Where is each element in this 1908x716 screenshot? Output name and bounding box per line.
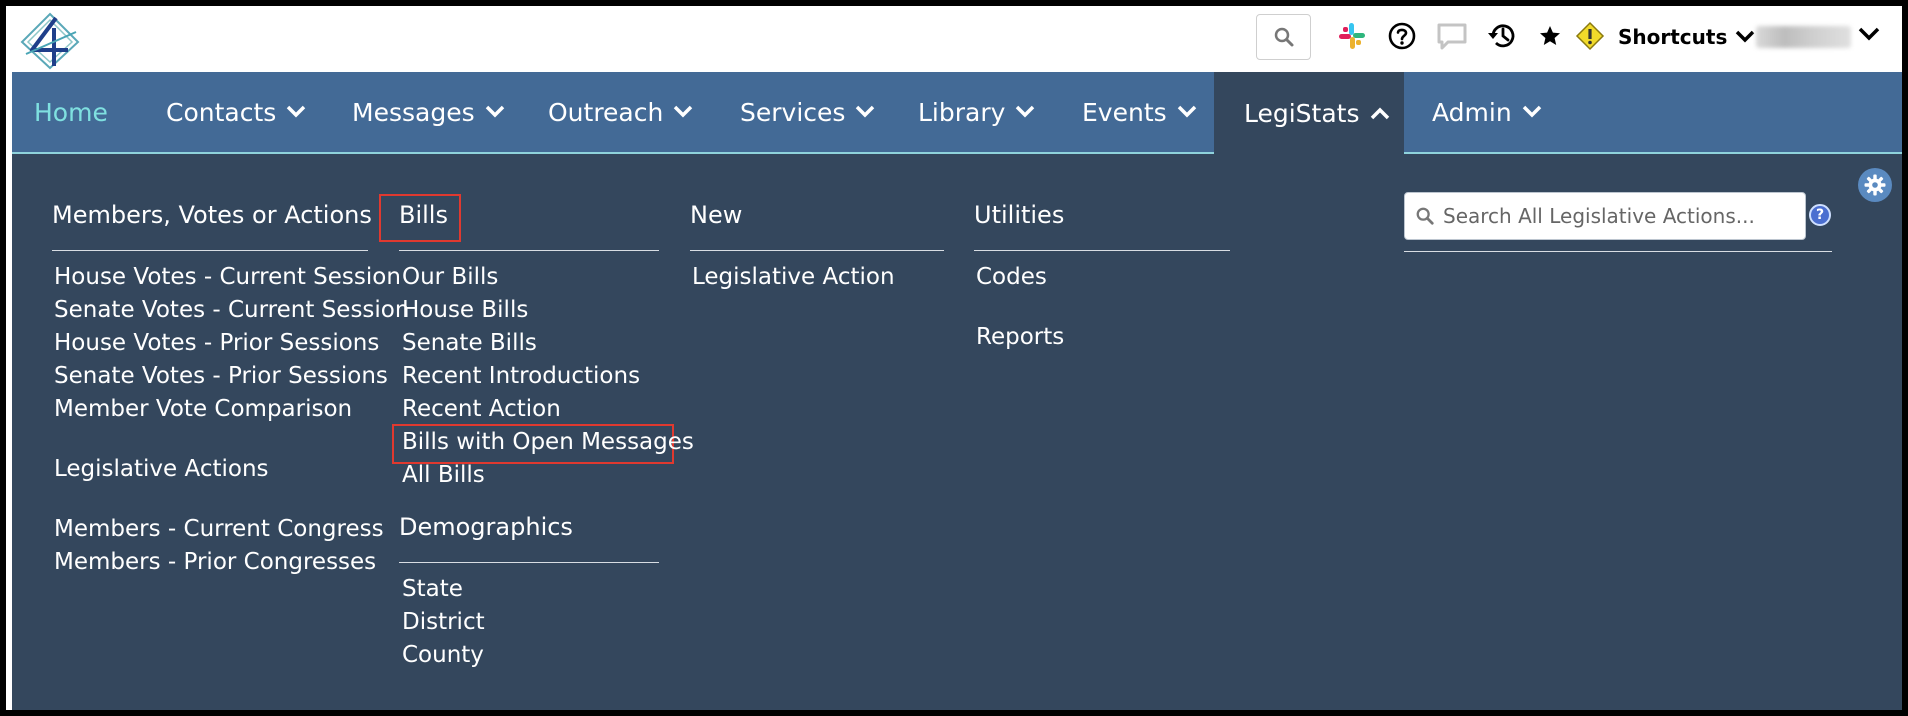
nav-events[interactable]: Events xyxy=(1082,72,1197,152)
nav-home[interactable]: Home xyxy=(34,72,108,152)
link-house-bills[interactable]: House Bills xyxy=(402,297,528,323)
nav-label: Events xyxy=(1082,97,1167,127)
link-all-bills[interactable]: All Bills xyxy=(402,462,485,488)
link-recent-action[interactable]: Recent Action xyxy=(402,396,561,422)
nav-label: LegiStats xyxy=(1244,98,1360,128)
chat-icon[interactable] xyxy=(1434,18,1470,54)
utilities-divider xyxy=(974,250,1230,251)
link-codes[interactable]: Codes xyxy=(976,264,1047,290)
nav-label: Contacts xyxy=(166,97,277,127)
link-legislative-actions[interactable]: Legislative Actions xyxy=(54,456,269,482)
nav-label: Services xyxy=(740,97,846,127)
chevron-down-icon xyxy=(485,105,504,118)
new-divider xyxy=(690,250,944,251)
link-members-current-congress[interactable]: Members - Current Congress xyxy=(54,516,384,542)
user-name[interactable] xyxy=(1756,26,1851,48)
link-house-votes-current[interactable]: House Votes - Current Session xyxy=(54,264,401,290)
top-bar: Shortcuts xyxy=(6,6,1902,72)
link-senate-bills[interactable]: Senate Bills xyxy=(402,330,537,356)
nav-messages[interactable]: Messages xyxy=(352,72,505,152)
chevron-down-icon xyxy=(1177,105,1196,118)
nav-contacts[interactable]: Contacts xyxy=(166,72,306,152)
settings-button[interactable] xyxy=(1858,168,1892,202)
shortcuts-menu[interactable]: Shortcuts xyxy=(1618,22,1755,52)
chevron-up-icon xyxy=(1370,107,1389,120)
members-heading: Members, Votes or Actions xyxy=(52,201,372,229)
link-recent-introductions[interactable]: Recent Introductions xyxy=(402,363,640,389)
link-bills-with-open-messages[interactable]: Bills with Open Messages xyxy=(402,429,694,455)
link-our-bills[interactable]: Our Bills xyxy=(402,264,498,290)
nav-label: Outreach xyxy=(548,97,664,127)
legislative-search-box xyxy=(1404,192,1806,240)
nav-label: Admin xyxy=(1432,97,1512,127)
search-help-icon[interactable]: ? xyxy=(1809,204,1831,226)
nav-services[interactable]: Services xyxy=(740,72,875,152)
nav-label: Library xyxy=(918,97,1006,127)
chevron-down-icon xyxy=(1016,105,1035,118)
nav-label: Messages xyxy=(352,97,475,127)
chevron-down-icon xyxy=(856,105,875,118)
link-state[interactable]: State xyxy=(402,576,463,602)
warning-icon[interactable] xyxy=(1572,18,1608,54)
link-members-prior-congresses[interactable]: Members - Prior Congresses xyxy=(54,549,376,575)
link-house-votes-prior[interactable]: House Votes - Prior Sessions xyxy=(54,330,379,356)
nav-admin[interactable]: Admin xyxy=(1432,72,1542,152)
demographics-heading: Demographics xyxy=(399,513,573,541)
history-icon[interactable] xyxy=(1484,18,1520,54)
link-legislative-action[interactable]: Legislative Action xyxy=(692,264,895,290)
link-senate-votes-current[interactable]: Senate Votes - Current Session xyxy=(54,297,409,323)
nav-outreach[interactable]: Outreach xyxy=(548,72,693,152)
app-window: Shortcuts Home Contacts Messages Outreac… xyxy=(0,0,1908,716)
link-county[interactable]: County xyxy=(402,642,484,668)
link-senate-votes-prior[interactable]: Senate Votes - Prior Sessions xyxy=(54,363,388,389)
app-logo[interactable] xyxy=(18,10,82,70)
search-icon xyxy=(1274,27,1293,47)
search-icon xyxy=(1416,207,1434,225)
chevron-down-icon xyxy=(674,105,693,118)
chevron-down-icon xyxy=(1522,105,1541,118)
legislative-search-input[interactable] xyxy=(1443,198,1793,234)
chevron-down-icon xyxy=(287,105,306,118)
bills-divider xyxy=(399,250,659,251)
main-nav: Home Contacts Messages Outreach Services… xyxy=(12,72,1902,154)
help-icon[interactable] xyxy=(1384,18,1420,54)
search-divider xyxy=(1404,251,1832,252)
utilities-heading: Utilities xyxy=(974,201,1065,229)
shortcuts-label: Shortcuts xyxy=(1618,25,1728,49)
gear-icon xyxy=(1864,174,1886,196)
new-heading: New xyxy=(690,201,743,229)
nav-label: Home xyxy=(34,97,108,127)
link-district[interactable]: District xyxy=(402,609,485,635)
bills-heading: Bills xyxy=(399,201,448,229)
chevron-down-icon xyxy=(1736,30,1755,43)
nav-library[interactable]: Library xyxy=(918,72,1035,152)
star-icon[interactable] xyxy=(1532,18,1568,54)
link-reports[interactable]: Reports xyxy=(976,324,1064,350)
members-divider xyxy=(52,250,368,251)
demographics-divider xyxy=(399,562,659,563)
global-search-button[interactable] xyxy=(1256,14,1311,60)
chevron-down-icon[interactable] xyxy=(1858,26,1880,42)
nav-legistats[interactable]: LegiStats xyxy=(1214,72,1404,154)
link-member-vote-comparison[interactable]: Member Vote Comparison xyxy=(54,396,352,422)
slack-icon[interactable] xyxy=(1334,18,1370,54)
